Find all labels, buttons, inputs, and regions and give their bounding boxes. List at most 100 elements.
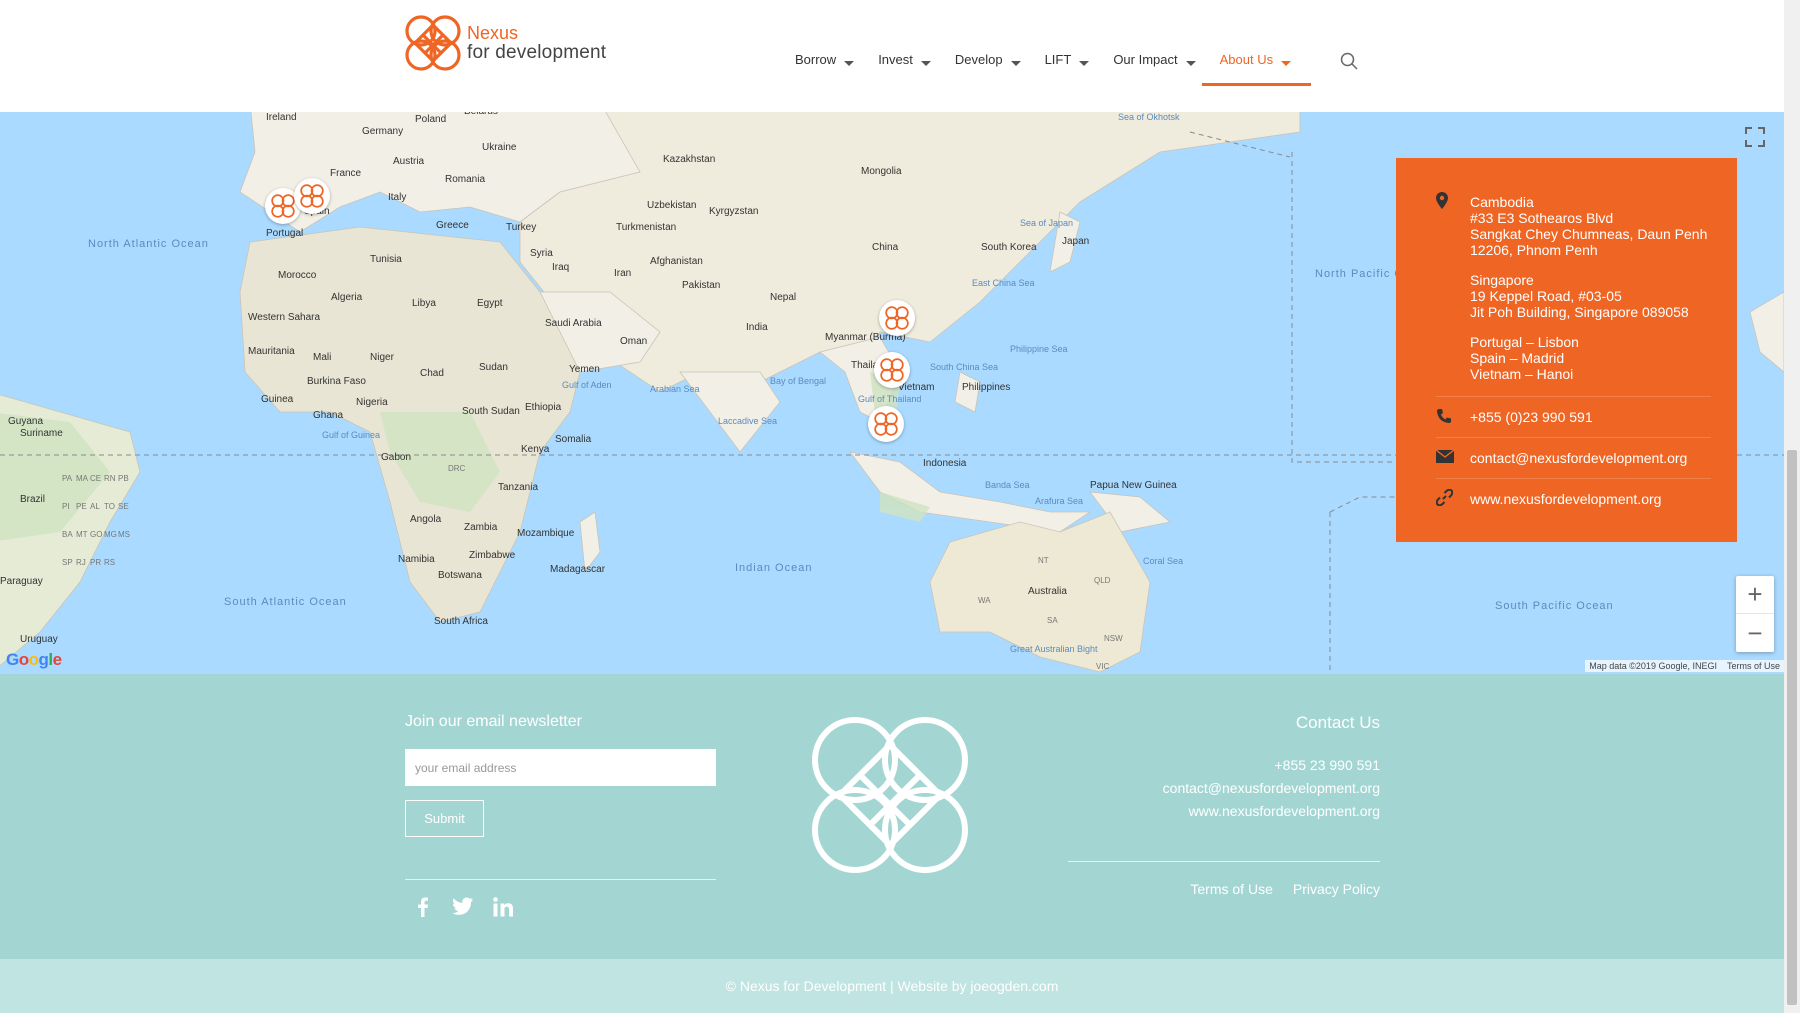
zoom-out-button[interactable]: −: [1736, 614, 1774, 652]
map-country-label: Papua New Guinea: [1090, 480, 1177, 491]
chevron-down-icon: [920, 61, 931, 66]
panel-email-row: contact@nexusfordevelopment.org: [1435, 437, 1711, 478]
map-sea-label: Gulf of Thailand: [858, 394, 922, 404]
address-line: 19 Keppel Road, #03-05: [1470, 288, 1622, 304]
page-scrollbar[interactable]: [1784, 0, 1800, 1013]
panel-phone-row: +855 (0)23 990 591: [1436, 396, 1711, 437]
footer-phone[interactable]: +855 23 990 591: [1163, 754, 1381, 777]
nav-item-about-us[interactable]: About Us: [1201, 52, 1312, 86]
newsletter-email-input[interactable]: [405, 749, 716, 786]
footer-knot-logo-icon: [812, 717, 968, 873]
panel-email[interactable]: contact@nexusfordevelopment.org: [1470, 450, 1687, 466]
panel-website[interactable]: www.nexusfordevelopment.org: [1470, 491, 1661, 507]
nexus-knot-marker-icon: [880, 358, 904, 382]
privacy-policy-link[interactable]: Privacy Policy: [1293, 881, 1380, 897]
map-country-label: Ghana: [313, 410, 344, 421]
zoom-in-button[interactable]: +: [1736, 576, 1774, 614]
office-marker-cambodia[interactable]: [874, 352, 910, 388]
map-sea-label: Gulf of Guinea: [322, 430, 381, 440]
twitter-icon[interactable]: [452, 896, 474, 918]
linkedin-icon[interactable]: [492, 896, 514, 918]
logo-wordmark: Nexus for development: [467, 23, 606, 63]
map-country-label: Tanzania: [498, 482, 539, 493]
map-country-label: Turkmenistan: [616, 222, 677, 233]
panel-phone[interactable]: +855 (0)23 990 591: [1470, 409, 1593, 425]
map-state-label: BA: [62, 530, 73, 539]
map-country-label: Uzbekistan: [647, 200, 697, 211]
footer-website[interactable]: www.nexusfordevelopment.org: [1163, 800, 1380, 823]
phone-icon: [1437, 408, 1451, 423]
nav-item-develop[interactable]: Develop: [955, 52, 1027, 84]
map-country-label: Iraq: [552, 262, 570, 273]
map-country-label: Romania: [445, 174, 486, 185]
map-state-label: SP: [62, 558, 73, 567]
google-logo[interactable]: Google: [6, 650, 62, 670]
map-country-label: Syria: [530, 248, 553, 259]
office-marker-hanoi[interactable]: [879, 300, 915, 336]
map-sea-label: East China Sea: [972, 278, 1035, 288]
map-terms-link[interactable]: Terms of Use: [1727, 661, 1780, 671]
fullscreen-icon[interactable]: [1744, 126, 1766, 148]
contact-info-panel: Cambodia #33 E3 Sothearos Blvd Sangkat C…: [1396, 158, 1737, 542]
map-country-label: Mongolia: [861, 166, 902, 177]
map-country-label: Angola: [410, 514, 442, 525]
map-country-label: NT: [1038, 556, 1049, 565]
map-country-label: Ethiopia: [525, 402, 562, 413]
map-attribution: Map data ©2019 Google, INEGI Terms of Us…: [1585, 660, 1784, 672]
nav-label: About Us: [1219, 52, 1274, 67]
map-country-label: WA: [978, 596, 991, 605]
map-country-label: Sudan: [479, 362, 508, 373]
map-country-label: Somalia: [555, 434, 592, 445]
nav-item-borrow[interactable]: Borrow: [795, 52, 860, 84]
ocean-label: North Atlantic Ocean: [88, 238, 209, 250]
facebook-icon[interactable]: [412, 896, 434, 918]
terms-of-use-link[interactable]: Terms of Use: [1190, 881, 1272, 897]
address-singapore: Singapore 19 Keppel Road, #03-05 Jit Poh…: [1470, 272, 1707, 320]
footer-divider: [405, 879, 716, 880]
nexus-knot-marker-icon: [885, 306, 909, 330]
map-country-label: Ukraine: [482, 142, 517, 153]
map-state-label: RS: [104, 558, 116, 567]
map-country-label: Chad: [420, 368, 444, 379]
map-country-label: DRC: [448, 464, 466, 473]
social-links: [412, 896, 514, 918]
map-country-label: Mauritania: [248, 346, 295, 357]
map-country-label: Poland: [415, 114, 447, 125]
scrollbar-thumb[interactable]: [1787, 450, 1797, 1005]
map-country-label: Namibia: [398, 554, 435, 565]
map-country-label: Kyrgyzstan: [709, 206, 759, 217]
newsletter-title: Join our email newsletter: [405, 713, 582, 730]
map-country-label: QLD: [1094, 576, 1111, 585]
ocean-label: South Atlantic Ocean: [224, 596, 347, 608]
nav-label: Develop: [954, 52, 1003, 67]
map-state-label: MT: [76, 530, 88, 539]
map-country-label: Uruguay: [20, 634, 58, 645]
addresses-block: Cambodia #33 E3 Sothearos Blvd Sangkat C…: [1436, 192, 1711, 396]
map-country-label: Guinea: [261, 394, 294, 405]
footer-email[interactable]: contact@nexusfordevelopment.org: [1163, 777, 1380, 800]
search-icon[interactable]: [1340, 52, 1358, 70]
map-state-label: GO: [90, 530, 103, 539]
map-country-label: Iran: [614, 268, 632, 279]
map-country-label: Oman: [620, 336, 648, 347]
map-state-label: PR: [90, 558, 102, 567]
nav-item-invest[interactable]: Invest: [878, 52, 937, 84]
newsletter-submit-button[interactable]: Submit: [405, 800, 484, 837]
map-sea-label: Laccadive Sea: [718, 416, 778, 426]
office-marker-spain[interactable]: [294, 178, 330, 214]
nav-item-lift[interactable]: LIFT: [1045, 52, 1096, 84]
map-country-label: Morocco: [278, 270, 317, 281]
map-sea-label: South China Sea: [930, 362, 999, 372]
map-country-label: Mali: [313, 352, 332, 363]
office-marker-singapore[interactable]: [868, 406, 904, 442]
map-country-label: Belarus: [464, 112, 498, 117]
nav-item-our-impact[interactable]: Our Impact: [1113, 52, 1201, 84]
map-country-label: Burkina Faso: [307, 376, 366, 387]
address-line: Cambodia: [1470, 194, 1534, 210]
map-sea-label: Arafura Sea: [1035, 496, 1084, 506]
map-state-label: SE: [118, 502, 129, 511]
map-state-label: TO: [104, 502, 115, 511]
map-country-label: Botswana: [438, 570, 482, 581]
map-country-label: Pakistan: [682, 280, 721, 291]
site-logo[interactable]: Nexus for development: [403, 13, 606, 73]
